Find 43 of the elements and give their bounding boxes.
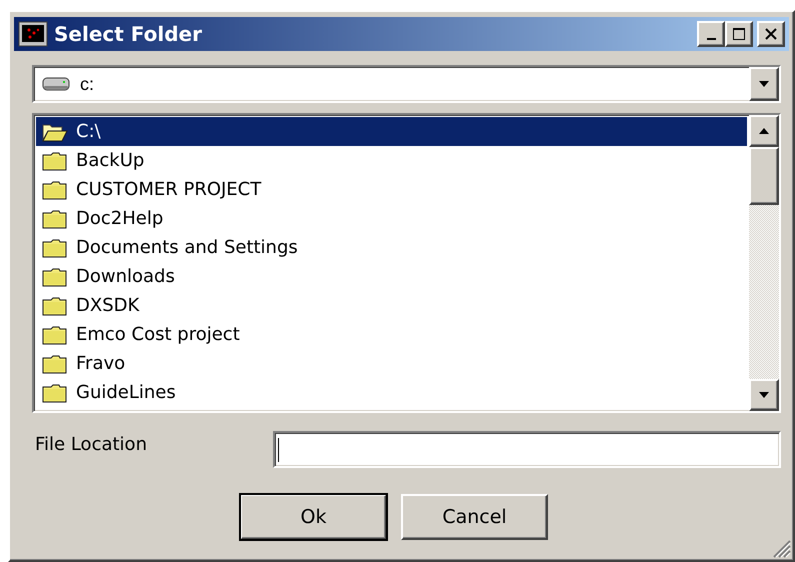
folder-item[interactable]: Documents and Settings: [36, 233, 747, 262]
folder-icon: [42, 382, 68, 402]
maximize-icon: [732, 27, 746, 41]
folder-item[interactable]: Emco Cost project: [36, 320, 747, 349]
maximize-button[interactable]: [725, 21, 753, 47]
ok-button[interactable]: Ok: [240, 494, 387, 540]
drive-icon: [42, 75, 72, 93]
cancel-button[interactable]: Cancel: [401, 494, 548, 540]
caret-icon: [758, 80, 770, 88]
minimize-icon: [706, 38, 716, 40]
folder-icon: [42, 238, 68, 258]
folder-item[interactable]: Fravo: [36, 349, 747, 378]
folder-icon: [42, 266, 68, 286]
folder-item[interactable]: CUSTOMER PROJECT: [36, 175, 747, 204]
drive-dropdown[interactable]: c:: [32, 65, 781, 103]
field-label: File Location: [34, 434, 148, 455]
folder-item[interactable]: Downloads: [36, 262, 747, 291]
folder-item[interactable]: C:\: [36, 117, 747, 146]
folder-icon: [42, 180, 68, 200]
window-title: Select Folder: [54, 22, 203, 46]
dropdown-button[interactable]: [749, 67, 779, 101]
folder-item[interactable]: GuideLines: [36, 378, 747, 407]
close-icon: [764, 27, 778, 41]
down-arrow-icon: [758, 391, 770, 399]
file-location-field[interactable]: [273, 431, 781, 468]
up-arrow-icon: [758, 127, 770, 135]
folder-item[interactable]: DXSDK: [36, 291, 747, 320]
monitor-icon: [18, 19, 48, 49]
close-button[interactable]: [757, 21, 785, 47]
minimize-button[interactable]: [697, 21, 725, 47]
folder-icon: [42, 296, 68, 316]
folder-item[interactable]: Doc2Help: [36, 204, 747, 233]
folder-icon: [42, 354, 68, 374]
scroll-down-button[interactable]: [749, 379, 779, 411]
folder-icon: [42, 208, 68, 228]
open-folder-icon: [42, 122, 68, 142]
drive-value: c:: [80, 74, 96, 94]
folder-icon: [42, 150, 68, 170]
scroll-up-button[interactable]: [749, 115, 779, 147]
folder-item[interactable]: BackUp: [36, 146, 747, 175]
scroll-thumb[interactable]: [749, 147, 779, 205]
folder-icon: [42, 324, 68, 344]
scrollbar[interactable]: [749, 115, 779, 411]
